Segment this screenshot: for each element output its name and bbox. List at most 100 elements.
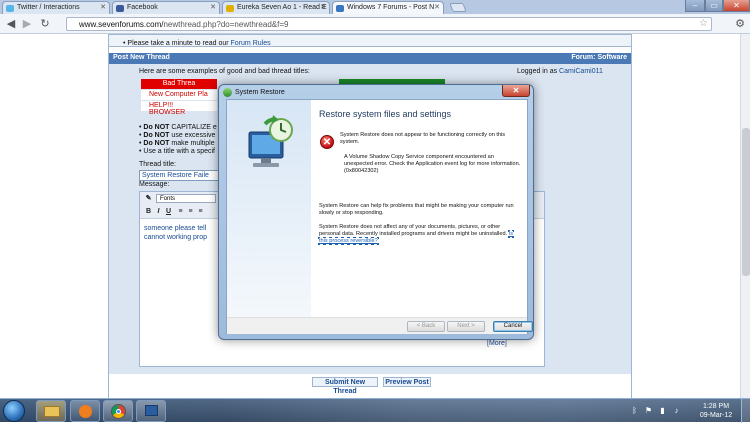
forum-name-link[interactable]: Software — [597, 54, 627, 61]
chrome-icon — [111, 404, 126, 419]
italic-button[interactable]: I — [154, 207, 163, 216]
dialog-side-panel — [227, 100, 311, 317]
submit-new-thread-button[interactable]: Submit New Thread — [312, 377, 378, 395]
restore-computer-icon — [248, 115, 293, 167]
message-label: Message: — [139, 181, 170, 188]
dialog-close-button[interactable]: ✕ — [502, 85, 530, 97]
page-scrollbar[interactable] — [740, 34, 750, 399]
preview-post-button[interactable]: Preview Post — [383, 377, 431, 387]
rule-item: • Do NOT make multiple — [139, 140, 215, 147]
format-eraser-icon[interactable]: ✎ — [144, 194, 153, 203]
error-message: System Restore does not appear to be fun… — [340, 132, 506, 145]
info-text-2: System Restore does not affect any of yo… — [317, 224, 515, 245]
post-new-thread-header: Post New Thread Forum: Software — [109, 53, 631, 64]
bold-button[interactable]: B — [144, 207, 153, 216]
explorer-taskbar-button[interactable] — [36, 400, 66, 422]
sevenforums-icon — [336, 5, 344, 12]
forum-rules-link[interactable]: Forum Rules — [231, 40, 271, 47]
info-text-1: System Restore can help fix problems tha… — [319, 203, 514, 216]
bad-example-2: HELP!!! BROWSER — [141, 101, 217, 116]
restore-computer-icon — [145, 405, 158, 416]
minimize-button[interactable]: – — [685, 0, 705, 12]
tab-facebook[interactable]: Facebook ✕ — [112, 1, 220, 14]
media-player-icon — [79, 405, 92, 418]
error-icon: ✕ — [320, 135, 334, 149]
reader-icon — [226, 5, 234, 12]
url-input[interactable]: www.sevenforums.com/newthread.php?do=new… — [66, 17, 712, 31]
message-textarea[interactable]: someone please tell cannot working prop — [144, 224, 207, 242]
start-button[interactable] — [3, 400, 25, 422]
tab-close-icon[interactable]: ✕ — [100, 3, 106, 11]
system-restore-dialog: System Restore ✕ Restore system files an… — [218, 84, 534, 340]
bluetooth-icon[interactable]: ᛒ — [630, 406, 639, 415]
tab-close-icon[interactable]: ✕ — [320, 3, 326, 11]
dialog-content: Restore system files and settings ✕ Syst… — [226, 99, 533, 334]
back-arrow-icon[interactable]: ◀ — [4, 17, 18, 31]
show-desktop-button[interactable] — [741, 399, 750, 423]
volume-icon[interactable]: ♪ — [672, 406, 681, 415]
page-content: • Please take a minute to read our Forum… — [0, 34, 750, 399]
twitter-icon — [6, 5, 14, 12]
maximize-button[interactable]: ▭ — [705, 0, 723, 12]
tab-sevenforums[interactable]: Windows 7 Forums - Post N ✕ — [332, 1, 444, 14]
underline-button[interactable]: U — [164, 207, 173, 216]
bookmark-star-icon[interactable]: ☆ — [699, 18, 708, 29]
dialog-title: System Restore — [235, 89, 285, 96]
system-restore-taskbar-button[interactable] — [136, 400, 166, 422]
section-title: Post New Thread — [113, 54, 170, 61]
media-player-taskbar-button[interactable] — [70, 400, 100, 422]
forward-arrow-icon[interactable]: ▶ — [20, 17, 34, 31]
align-right-icon[interactable]: ≡ — [196, 207, 205, 216]
system-clock[interactable]: 1:28 PM 09-Mar-12 — [694, 402, 738, 420]
new-tab-button[interactable] — [449, 3, 467, 12]
examples-label: Here are some examples of good and bad t… — [139, 68, 310, 75]
next-button[interactable]: Next > — [447, 321, 485, 332]
address-toolbar: ◀ ▶ ↻ www.sevenforums.com/newthread.php?… — [0, 14, 750, 34]
dialog-heading: Restore system files and settings — [319, 109, 452, 119]
notice-line-2: • Please take a minute to read our Forum… — [123, 40, 271, 47]
window-close-button[interactable]: ✕ — [723, 0, 750, 12]
facebook-icon — [116, 5, 124, 12]
tab-eureka-seven[interactable]: Eureka Seven Ao 1 - Read E ✕ — [222, 1, 330, 14]
align-left-icon[interactable]: ≡ — [176, 207, 185, 216]
url-host: www.sevenforums.com/ — [79, 20, 164, 29]
thread-title-label: Thread title: — [139, 161, 176, 168]
tab-label: Facebook — [127, 4, 158, 11]
notice-box: • Please take a minute to read our Forum… — [109, 35, 631, 47]
dialog-footer: < Back Next > Cancel — [227, 317, 533, 334]
folder-icon — [44, 406, 60, 417]
tab-close-icon[interactable]: ✕ — [210, 3, 216, 11]
wrench-menu-icon[interactable]: ⚙ — [734, 17, 746, 31]
bad-example-1: New Computer Pla — [141, 90, 217, 100]
title-rules-list: • Do NOT CAPITALIZE e • Do NOT use exces… — [139, 124, 217, 156]
font-select[interactable]: Fonts — [156, 194, 216, 203]
tab-twitter[interactable]: Twitter / Interactions ✕ — [2, 1, 110, 14]
bad-title-example-header: Bad Threa — [141, 79, 217, 89]
username-link[interactable]: CamiCami011 — [559, 68, 603, 75]
more-smilies-link[interactable]: [More] — [487, 340, 507, 347]
chrome-taskbar-button[interactable] — [103, 400, 133, 422]
reload-icon[interactable]: ↻ — [38, 17, 52, 31]
system-restore-icon — [223, 88, 232, 97]
tab-label: Eureka Seven Ao 1 - Read E — [237, 4, 327, 11]
clock-date: 09-Mar-12 — [699, 412, 733, 419]
windows-taskbar: ᛒ ⚑ ▮ ♪ 1:28 PM 09-Mar-12 — [0, 398, 750, 423]
flag-icon[interactable]: ⚑ — [644, 406, 653, 415]
align-center-icon[interactable]: ≡ — [186, 207, 195, 216]
message-line: someone please tell — [144, 225, 207, 232]
rule-item: • Use a title with a specif — [139, 148, 215, 155]
logged-in-info: Logged in as CamiCami011 — [517, 68, 603, 75]
back-button[interactable]: < Back — [407, 321, 445, 332]
scrollbar-thumb[interactable] — [742, 128, 750, 276]
cancel-button[interactable]: Cancel — [493, 321, 533, 332]
tab-label: Twitter / Interactions — [17, 4, 80, 11]
tab-label: Windows 7 Forums - Post N — [347, 4, 435, 11]
clock-time: 1:28 PM — [702, 403, 730, 410]
network-icon[interactable]: ▮ — [658, 406, 667, 415]
forum-indicator: Forum: Software — [571, 54, 627, 61]
url-path: newthread.php?do=newthread&f=9 — [163, 20, 289, 29]
rule-item: • Do NOT use excessive — [139, 132, 216, 139]
tab-close-icon[interactable]: ✕ — [434, 3, 440, 11]
rule-item: • Do NOT CAPITALIZE e — [139, 124, 217, 131]
form-buttons: Submit New Thread Preview Post — [109, 374, 631, 399]
